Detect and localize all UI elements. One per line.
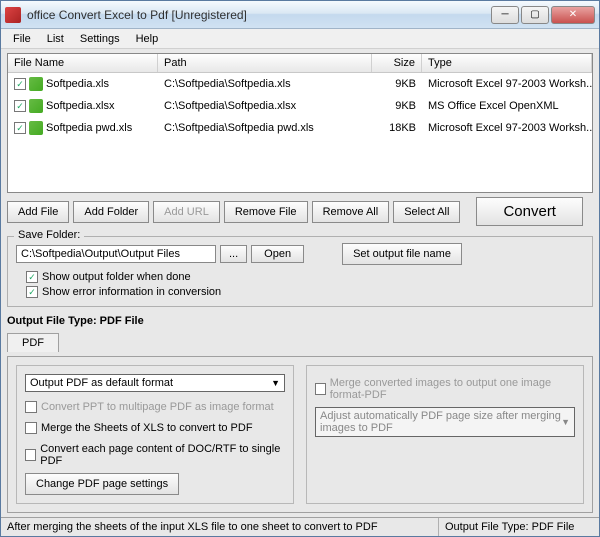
- convert-ppt-label: Convert PPT to multipage PDF as image fo…: [41, 401, 274, 413]
- app-icon: [5, 7, 21, 23]
- remove-all-button[interactable]: Remove All: [312, 201, 390, 223]
- excel-icon: [29, 99, 43, 113]
- convert-ppt-checkbox: [25, 401, 37, 413]
- cell-type: MS Office Excel OpenXML: [428, 100, 559, 112]
- show-error-checkbox[interactable]: ✓: [26, 286, 38, 298]
- save-folder-label: Save Folder:: [14, 229, 84, 241]
- col-type[interactable]: Type: [422, 54, 592, 72]
- titlebar: office Convert Excel to Pdf [Unregistere…: [1, 1, 599, 29]
- add-url-button: Add URL: [153, 201, 220, 223]
- file-list[interactable]: File Name Path Size Type ✓ Softpedia.xls …: [7, 53, 593, 193]
- status-right: Output File Type: PDF File: [439, 518, 599, 536]
- merge-sheets-checkbox[interactable]: [25, 422, 37, 434]
- select-all-button[interactable]: Select All: [393, 201, 460, 223]
- list-body: ✓ Softpedia.xls C:\Softpedia\Softpedia.xl…: [8, 73, 592, 192]
- remove-file-button[interactable]: Remove File: [224, 201, 308, 223]
- pdf-left-group: Output PDF as default format ▼ Convert P…: [16, 365, 294, 504]
- output-path-input[interactable]: [16, 245, 216, 263]
- save-folder-group: Save Folder: ... Open Set output file na…: [7, 236, 593, 307]
- add-file-button[interactable]: Add File: [7, 201, 69, 223]
- show-output-checkbox[interactable]: ✓: [26, 271, 38, 283]
- merge-images-label: Merge converted images to output one ima…: [330, 377, 575, 401]
- list-header: File Name Path Size Type: [8, 54, 592, 73]
- table-row[interactable]: ✓ Softpedia.xlsx C:\Softpedia\Softpedia.x…: [8, 95, 592, 117]
- merge-sheets-label: Merge the Sheets of XLS to convert to PD…: [41, 422, 253, 434]
- show-error-label: Show error information in conversion: [42, 286, 221, 298]
- cell-filename: Softpedia pwd.xls: [46, 122, 132, 134]
- content-area: File Name Path Size Type ✓ Softpedia.xls …: [1, 49, 599, 517]
- cell-path: C:\Softpedia\Softpedia.xls: [164, 78, 291, 90]
- convert-each-page-checkbox[interactable]: [25, 449, 36, 461]
- pdf-right-group: Merge converted images to output one ima…: [306, 365, 584, 504]
- combo-value: Output PDF as default format: [30, 377, 173, 389]
- convert-each-page-label: Convert each page content of DOC/RTF to …: [40, 443, 285, 467]
- chevron-down-icon: ▼: [271, 378, 280, 388]
- col-filename[interactable]: File Name: [8, 54, 158, 72]
- chevron-down-icon: ▼: [561, 417, 570, 427]
- change-pdf-settings-button[interactable]: Change PDF page settings: [25, 473, 179, 495]
- add-folder-button[interactable]: Add Folder: [73, 201, 149, 223]
- row-checkbox[interactable]: ✓: [14, 100, 26, 112]
- open-folder-button[interactable]: Open: [251, 245, 304, 263]
- adjust-size-combo: Adjust automatically PDF page size after…: [315, 407, 575, 437]
- statusbar: After merging the sheets of the input XL…: [1, 517, 599, 536]
- close-button[interactable]: ✕: [551, 6, 595, 24]
- browse-button[interactable]: ...: [220, 245, 247, 263]
- cell-size: 18KB: [389, 122, 416, 134]
- maximize-button[interactable]: ▢: [521, 6, 549, 24]
- window-controls: ─ ▢ ✕: [491, 6, 595, 24]
- status-left: After merging the sheets of the input XL…: [1, 518, 439, 536]
- col-path[interactable]: Path: [158, 54, 372, 72]
- convert-button[interactable]: Convert: [476, 197, 583, 226]
- show-output-label: Show output folder when done: [42, 271, 191, 283]
- merge-images-checkbox: [315, 383, 326, 395]
- menu-list[interactable]: List: [39, 31, 72, 47]
- menu-help[interactable]: Help: [128, 31, 167, 47]
- combo-value: Adjust automatically PDF page size after…: [320, 410, 561, 434]
- excel-icon: [29, 121, 43, 135]
- set-output-name-button[interactable]: Set output file name: [342, 243, 462, 265]
- app-window: office Convert Excel to Pdf [Unregistere…: [0, 0, 600, 537]
- tabbar: PDF: [7, 333, 593, 352]
- cell-size: 9KB: [395, 100, 416, 112]
- pdf-panel: Output PDF as default format ▼ Convert P…: [7, 356, 593, 513]
- menu-settings[interactable]: Settings: [72, 31, 128, 47]
- output-type-label: Output File Type: PDF File: [7, 315, 593, 327]
- excel-icon: [29, 77, 43, 91]
- tab-pdf[interactable]: PDF: [7, 333, 59, 352]
- cell-type: Microsoft Excel 97-2003 Worksh...: [428, 78, 592, 90]
- minimize-button[interactable]: ─: [491, 6, 519, 24]
- action-buttons: Add File Add Folder Add URL Remove File …: [7, 197, 593, 226]
- table-row[interactable]: ✓ Softpedia.xls C:\Softpedia\Softpedia.xl…: [8, 73, 592, 95]
- row-checkbox[interactable]: ✓: [14, 122, 26, 134]
- cell-filename: Softpedia.xlsx: [46, 100, 114, 112]
- cell-path: C:\Softpedia\Softpedia.xlsx: [164, 100, 296, 112]
- cell-filename: Softpedia.xls: [46, 78, 109, 90]
- table-row[interactable]: ✓ Softpedia pwd.xls C:\Softpedia\Softpedi…: [8, 117, 592, 139]
- cell-size: 9KB: [395, 78, 416, 90]
- col-size[interactable]: Size: [372, 54, 422, 72]
- row-checkbox[interactable]: ✓: [14, 78, 26, 90]
- cell-path: C:\Softpedia\Softpedia pwd.xls: [164, 122, 314, 134]
- window-title: office Convert Excel to Pdf [Unregistere…: [27, 8, 491, 22]
- menu-file[interactable]: File: [5, 31, 39, 47]
- cell-type: Microsoft Excel 97-2003 Worksh...: [428, 122, 592, 134]
- menubar: File List Settings Help: [1, 29, 599, 49]
- pdf-format-combo[interactable]: Output PDF as default format ▼: [25, 374, 285, 392]
